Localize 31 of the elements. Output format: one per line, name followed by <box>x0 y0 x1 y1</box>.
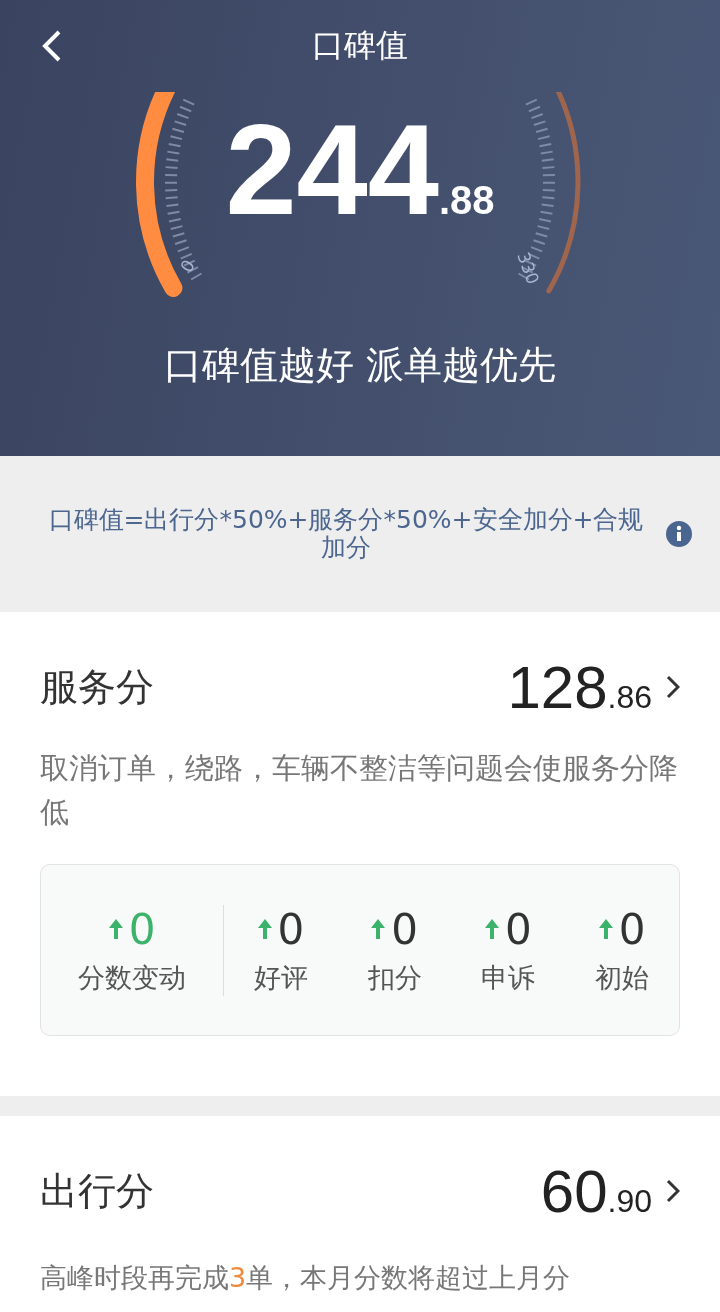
section-title: 出行分 <box>40 1167 154 1215</box>
stat-label: 分数变动 <box>78 960 186 995</box>
stat-value: 0 <box>277 904 305 954</box>
stat-label: 申诉 <box>481 960 536 995</box>
section-title: 服务分 <box>40 663 154 711</box>
stat-value: 0 <box>391 904 418 954</box>
trip-score[interactable]: 60.90 <box>540 1156 652 1226</box>
reputation-score: 244.88 <box>225 106 495 234</box>
stat-value: 0 <box>505 904 532 954</box>
back-icon <box>41 29 63 63</box>
page-title: 口碑值 <box>312 25 408 66</box>
service-score[interactable]: 128.86 <box>507 652 652 722</box>
stat-label: 初始 <box>595 960 650 995</box>
gauge-max-label: 330 <box>513 249 544 287</box>
up-arrow-icon <box>485 919 499 939</box>
chevron-right-icon <box>666 675 680 699</box>
info-icon[interactable] <box>666 521 692 547</box>
up-arrow-icon <box>598 919 613 939</box>
formula-text: 口碑值=出行分*50%+服务分*50%+安全加分+合规加分 <box>47 506 645 562</box>
chevron-right-icon <box>666 1179 680 1203</box>
stat-label: 扣分 <box>367 960 422 995</box>
up-arrow-icon <box>371 919 386 939</box>
section-description: 取消订单，绕路，车辆不整洁等问题会使服务分降低 <box>40 750 679 831</box>
up-arrow-icon <box>108 919 123 939</box>
stat-label: 好评 <box>253 960 308 995</box>
stat-value: 0 <box>618 904 646 954</box>
slogan: 口碑值越好 派单越优先 <box>162 342 558 389</box>
gauge-min-label: 0 <box>176 256 199 276</box>
up-arrow-icon <box>257 919 272 939</box>
trip-hint: 高峰时段再完成3单，本月分数将超过上月分 <box>40 1261 572 1295</box>
stat-value: 0 <box>128 904 156 954</box>
